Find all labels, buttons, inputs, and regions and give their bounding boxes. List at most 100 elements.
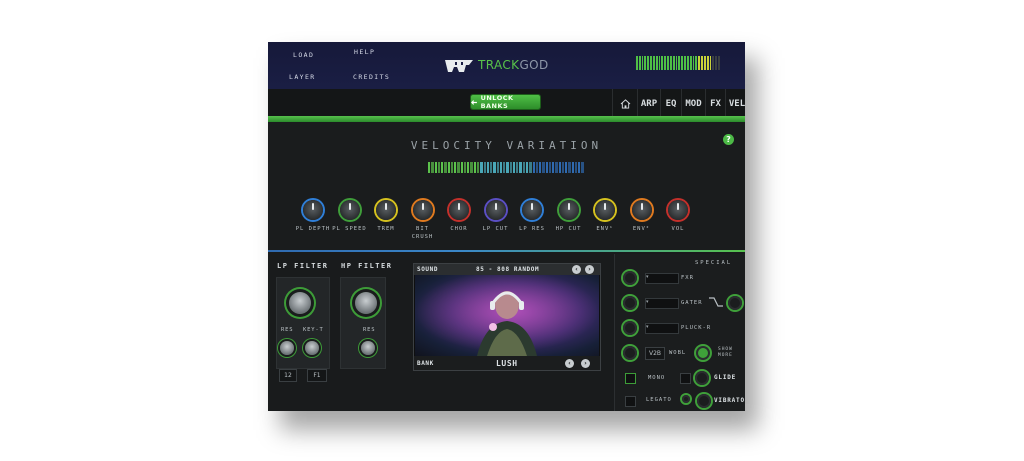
velocity-meter-segment [568,162,571,173]
knob-label: LP RES [519,226,545,232]
mono-checkbox[interactable] [625,373,636,384]
knob-env[interactable] [631,200,652,220]
velocity-meter-segment [519,162,522,173]
lp-res-knob[interactable] [280,341,294,355]
velocity-meter-segment [431,162,434,173]
knob-env[interactable] [595,200,615,220]
key-box[interactable]: F1 [307,369,327,382]
fx3-toggle[interactable] [623,321,637,335]
velocity-meter-segment [499,162,503,173]
show-more-link[interactable]: SHOW MORE [718,347,742,359]
unlock-banks-button[interactable]: UNLOCK BANKS [471,94,540,110]
next-preset-button[interactable]: › [585,265,594,274]
fx3-dropdown[interactable]: ▾ [645,323,679,334]
knob-lp-res[interactable] [522,200,542,220]
meter-segment [686,56,689,70]
velocity-meter-segment [548,162,552,173]
tab-eq[interactable]: EQ [660,89,681,118]
wobl-label: WOBL [669,350,687,356]
prev-bank-button[interactable]: ‹ [565,359,574,368]
knob-bit-crush[interactable] [412,200,433,220]
legato-knob[interactable] [682,395,690,403]
knob-pl-depth[interactable] [303,200,323,220]
fx2-dropdown[interactable]: ▾ [645,298,679,309]
velocity-meter-segment [561,162,565,173]
meter-segment [678,56,681,70]
preset-name: 85 - 808 RANDOM [476,266,540,273]
velocity-meter-segment [460,162,463,173]
pitch-box[interactable]: 12 [279,369,297,382]
fx1-toggle[interactable] [623,271,637,285]
vibrato-label: VIBRATO [714,397,745,404]
velocity-meter-segment [467,162,470,173]
load-menu[interactable]: LOAD [293,51,314,59]
meter-segment [692,56,695,70]
velocity-meter-segment [493,162,496,173]
legato-checkbox[interactable] [625,396,636,407]
velocity-meter-segment [558,162,561,173]
meter-segment [644,56,647,70]
next-bank-button[interactable]: › [581,359,590,368]
velocity-meter-segment [522,162,525,173]
velocity-meter-segment [483,162,486,173]
glide-knob[interactable] [695,371,709,385]
knob-hp-cut[interactable] [558,200,579,220]
hp-cutoff-knob[interactable] [355,292,377,314]
wobl-toggle[interactable] [623,346,637,360]
credits-menu[interactable]: CREDITS [353,73,390,81]
hp-res-label: RES [363,327,376,333]
velocity-meter-segment [480,162,483,173]
trackgod-logo-icon [445,60,473,72]
lp-key-t-label: KEY-T [303,327,324,333]
meter-segment [718,56,720,70]
velocity-meter-segment [457,162,460,173]
header: LOAD HELP LAYER CREDITS TRACKGOD [268,42,745,89]
tab-arp[interactable]: ARP [637,89,660,118]
lp-filter-panel [276,277,330,369]
vibrato-knob[interactable] [697,394,711,408]
glide-checkbox[interactable] [680,373,691,384]
velocity-meter-segment [555,162,558,173]
fx2-toggle[interactable] [623,296,637,310]
prev-preset-button[interactable]: ‹ [572,265,581,274]
hp-filter-title: HP FILTER [341,262,393,270]
fx1-dropdown[interactable]: ▾ [645,273,679,284]
tab-home[interactable] [612,89,637,118]
meter-segment [669,56,672,70]
v2b-box[interactable]: V2B [645,347,665,360]
hp-res-knob[interactable] [361,341,375,355]
meter-segment [664,56,667,70]
tab-fx[interactable]: FX [705,89,725,118]
meter-segment [715,56,718,70]
layer-menu[interactable]: LAYER [289,73,316,81]
meter-segment [695,56,698,70]
knob-trem[interactable] [376,200,396,220]
knob-pl-speed[interactable] [339,200,360,220]
knob-vol[interactable] [668,200,688,220]
plugin-window: LOAD HELP LAYER CREDITS TRACKGOD UNLOCK … [268,42,745,411]
lp-res-label: RES [281,327,294,333]
knob-lp-cut[interactable] [485,200,506,220]
legato-label: LEGATO [646,397,672,403]
bank-bar: BANK LUSH ‹ › [414,356,600,370]
home-icon [620,98,630,109]
mono-label: MONO [648,375,666,381]
lp-key-t-knob[interactable] [305,341,319,355]
velocity-meter-segment [503,162,506,173]
gate-rate-knob[interactable] [728,296,742,310]
knob-chor[interactable] [449,200,469,220]
velocity-meter-segment [444,162,447,173]
fx1-label: FXR [681,275,694,281]
knob-label: HP CUT [555,226,582,232]
velocity-meter-segment [506,162,509,173]
meter-segment [655,56,658,70]
help-menu[interactable]: HELP [354,48,375,56]
wobl-knob[interactable] [696,346,710,360]
tab-vel[interactable]: VEL [725,89,745,118]
meter-segment [650,56,652,70]
tab-mod[interactable]: MOD [681,89,705,118]
velocity-meter-segment [512,162,516,173]
lp-cutoff-knob[interactable] [289,292,311,314]
knob-label: CHOR [450,226,468,232]
velocity-meter-segment [486,162,490,173]
